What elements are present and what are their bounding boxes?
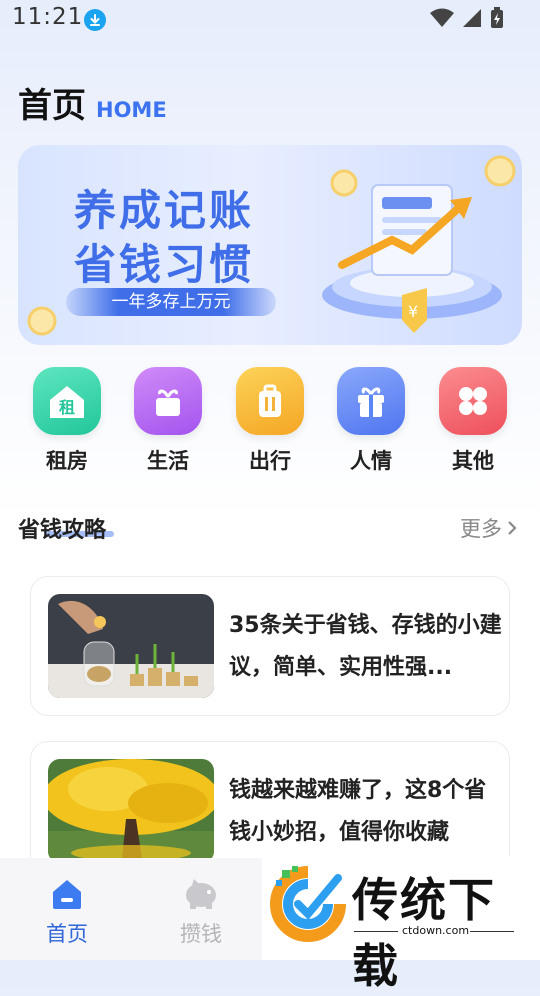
chevron-right-icon	[508, 521, 517, 535]
category-label: 其他	[452, 449, 494, 473]
article-thumbnail	[48, 594, 214, 698]
article-title: 钱越来越难赚了，这8个省钱小妙招，值得你收藏	[229, 778, 487, 845]
section-title: 省钱攻略	[18, 518, 107, 543]
category-label: 人情	[350, 449, 392, 473]
category-grid: 租 租房 生活 出行 人情 其他	[0, 367, 540, 477]
piggy-bank-icon	[186, 879, 216, 909]
battery-icon	[491, 7, 503, 28]
status-time: 11:21	[12, 4, 84, 30]
page-title-en: HOME	[96, 98, 167, 122]
watermark-url: ctdown.com	[402, 924, 470, 937]
coin-icon	[27, 306, 57, 336]
watermark-rule	[354, 931, 398, 932]
svg-text:¥: ¥	[408, 302, 418, 321]
gift-icon	[337, 367, 405, 435]
watermark-rule	[470, 931, 514, 932]
site-watermark: 传统下载 ctdown.com	[262, 856, 540, 993]
watermark-logo	[270, 866, 346, 942]
article-title: 35条关于省钱、存钱的小建议，简单、实用性强...	[229, 613, 502, 680]
more-label: 更多	[460, 517, 502, 541]
banner-line2: 省钱习惯	[74, 240, 255, 289]
gift-pot-icon	[134, 367, 202, 435]
wifi-icon	[430, 8, 454, 27]
savings-illustration: ¥	[322, 155, 516, 333]
category-living[interactable]: 生活	[133, 367, 203, 475]
house-icon: 租	[33, 367, 101, 435]
suitcase-icon	[236, 367, 304, 435]
category-label: 出行	[249, 449, 291, 473]
tab-label: 攒钱	[180, 922, 222, 946]
banner-line1: 养成记账	[74, 186, 255, 235]
more-link[interactable]: 更多	[460, 513, 518, 543]
category-label: 生活	[147, 449, 189, 473]
home-icon	[53, 880, 81, 909]
page-title-cn: 首页	[18, 86, 86, 126]
category-gifts[interactable]: 人情	[336, 367, 406, 475]
article-thumbnail	[48, 759, 214, 863]
category-travel[interactable]: 出行	[235, 367, 305, 475]
download-icon	[84, 9, 106, 31]
banner-subtitle: 一年多存上万元	[66, 288, 276, 316]
tab-home[interactable]: 首页	[32, 878, 102, 948]
category-rent[interactable]: 租 租房	[32, 367, 102, 475]
cell-signal-icon	[463, 9, 481, 27]
page-title: 首页 HOME	[18, 78, 167, 127]
tab-save-money[interactable]: 攒钱	[166, 878, 236, 948]
tab-label: 首页	[46, 922, 88, 946]
category-other[interactable]: 其他	[438, 367, 508, 475]
promo-banner[interactable]: 养成记账 省钱习惯 一年多存上万元 ¥	[18, 145, 522, 345]
status-bar: 11:21	[0, 0, 540, 38]
house-icon-glyph: 租	[59, 398, 75, 417]
clover-icon	[439, 367, 507, 435]
article-card[interactable]: 35条关于省钱、存钱的小建议，简单、实用性强...	[30, 576, 510, 716]
category-label: 租房	[46, 449, 88, 473]
